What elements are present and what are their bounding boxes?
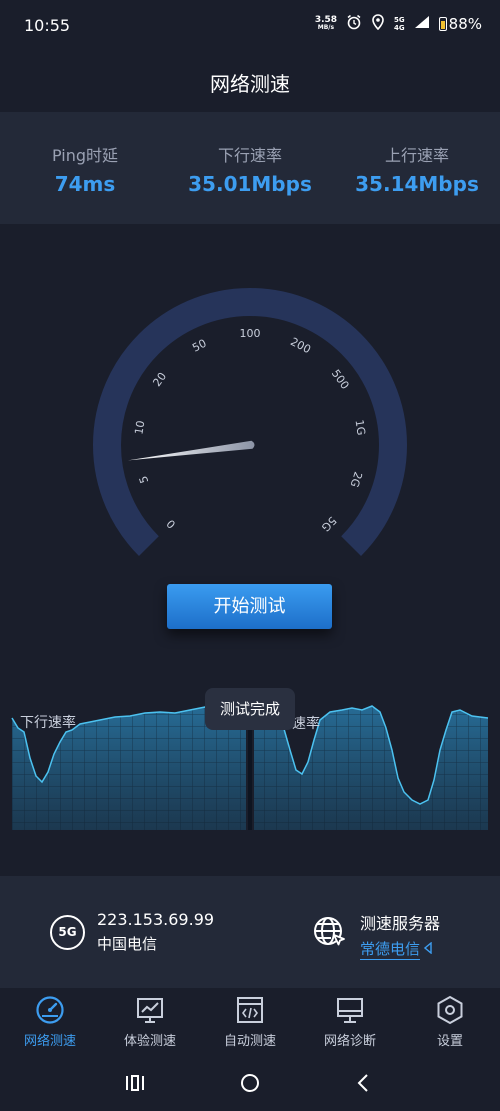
- network-info-panel: 5G 223.153.69.99 中国电信 测速服务器 常德电信: [0, 876, 500, 988]
- location-icon: [371, 14, 385, 34]
- server-link[interactable]: 常德电信: [360, 938, 440, 960]
- nav-item-settings[interactable]: 设置: [400, 994, 500, 1049]
- net-speed-unit: MB/s: [317, 24, 335, 31]
- signal-icon: [414, 15, 430, 33]
- upload-value: 35.14Mbps: [355, 172, 479, 196]
- battery-indicator: 88%: [438, 15, 482, 33]
- status-time: 10:55: [24, 16, 71, 35]
- nav-label-auto-test: 自动测速: [223, 1034, 276, 1049]
- system-nav-bar: [0, 1056, 500, 1111]
- ip-address: 223.153.69.99: [97, 910, 215, 929]
- ping-label: Ping时延: [51, 146, 119, 165]
- gauge-tick-label: 0: [164, 517, 178, 531]
- server-label: 测速服务器: [360, 914, 441, 933]
- download-stat: 下行速率 35.01Mbps: [170, 142, 330, 196]
- net-speed-value: 3.58: [314, 15, 338, 25]
- stats-panel: Ping时延 74ms 下行速率 35.01Mbps 上行速率 35.14Mbp…: [0, 112, 500, 224]
- gauge-tick-label: 2G: [347, 470, 364, 489]
- waveform-upload-label: 速率: [292, 716, 320, 732]
- network-type-bottom: 4G: [394, 24, 405, 32]
- nav-item-speed-test[interactable]: 网络测速: [0, 994, 100, 1049]
- page-title: 网络测速: [210, 72, 290, 96]
- test-complete-badge: 测试完成: [205, 688, 295, 730]
- gauge-tick-label: 50: [190, 337, 208, 355]
- recent-apps-icon[interactable]: [120, 1070, 150, 1096]
- nav-item-diagnosis[interactable]: 网络诊断: [300, 994, 400, 1049]
- download-label: 下行速率: [217, 146, 282, 165]
- speedometer-icon: [0, 994, 100, 1026]
- alarm-icon: [346, 14, 362, 34]
- gauge-tick-label: 5G: [319, 514, 339, 534]
- back-icon[interactable]: [348, 1070, 378, 1096]
- nav-label-speed-test: 网络测速: [23, 1034, 76, 1049]
- ping-value: 74ms: [54, 172, 116, 196]
- upload-stat: 上行速率 35.14Mbps: [337, 142, 497, 196]
- status-bar: 10:55 3.58 MB/s 5G 4G 88%: [0, 0, 500, 54]
- network-info: 5G 223.153.69.99 中国电信: [50, 910, 214, 954]
- hexagon-settings-icon: [400, 994, 500, 1026]
- start-test-button[interactable]: 开始测试: [167, 584, 332, 629]
- nav-label-experience-test: 体验测速: [123, 1034, 176, 1049]
- gauge-needle: [127, 440, 255, 461]
- bottom-nav: 网络测速 体验测速 自动测速 网络诊断 设置: [0, 990, 500, 1056]
- waveform-download-label: 下行速率: [20, 715, 76, 731]
- gauge-tick-label: 500: [329, 367, 352, 392]
- download-value: 35.01Mbps: [188, 172, 312, 196]
- 5g-badge-icon: 5G: [50, 914, 85, 950]
- status-icons: 3.58 MB/s 5G 4G 88%: [315, 14, 482, 34]
- server-selector[interactable]: 测速服务器 常德电信: [312, 910, 440, 960]
- gauge-tick-label: 1G: [352, 419, 367, 436]
- home-icon[interactable]: [235, 1070, 265, 1096]
- isp-name: 中国电信: [97, 935, 158, 953]
- ping-stat: Ping时延 74ms: [5, 142, 165, 196]
- globe-cursor-icon: [312, 915, 348, 955]
- nav-item-experience-test[interactable]: 体验测速: [100, 994, 200, 1049]
- gauge-tick-label: 200: [288, 335, 313, 356]
- server-name: 常德电信: [360, 940, 421, 960]
- battery-level: 88%: [448, 15, 482, 33]
- code-window-icon: [200, 994, 300, 1026]
- caret-left-icon: [423, 940, 432, 958]
- network-type-top: 5G: [394, 16, 405, 24]
- nav-label-settings: 设置: [436, 1034, 463, 1049]
- chart-monitor-icon: [100, 994, 200, 1026]
- network-type: 5G 4G: [394, 16, 405, 32]
- battery-icon: [438, 17, 447, 31]
- nav-item-auto-test[interactable]: 自动测速: [200, 994, 300, 1049]
- gauge-tick-label: 10: [132, 420, 147, 436]
- upload-label: 上行速率: [384, 146, 449, 165]
- gauge-tick-label: 100: [240, 327, 261, 340]
- nav-label-diagnosis: 网络诊断: [323, 1034, 376, 1049]
- net-speed-indicator: 3.58 MB/s: [315, 16, 337, 32]
- monitor-icon: [300, 994, 400, 1026]
- gauge-tick-label: 20: [150, 370, 169, 389]
- speed-gauge: 0 5 10 20 50 100 200 500 1G 2G 5G: [93, 288, 407, 556]
- gauge-tick-label: 5: [137, 474, 152, 485]
